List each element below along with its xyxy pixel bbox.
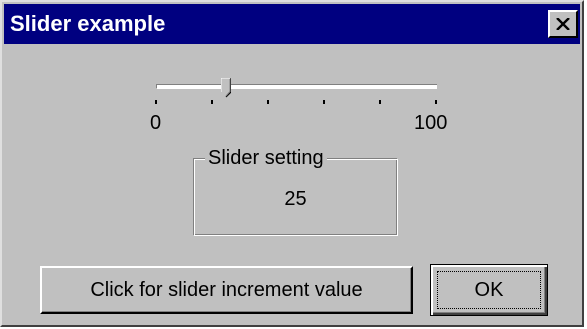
slider[interactable] bbox=[150, 78, 442, 104]
slider-value-display: 25 bbox=[284, 188, 307, 210]
ok-button[interactable]: OK bbox=[430, 264, 548, 316]
slider-thumb[interactable] bbox=[221, 78, 231, 98]
increment-button-label: Click for slider increment value bbox=[90, 278, 363, 301]
slider-tick bbox=[379, 100, 381, 104]
slider-tick bbox=[323, 100, 325, 104]
focus-rectangle bbox=[437, 271, 541, 309]
slider-tick bbox=[435, 100, 437, 104]
slider-tick bbox=[211, 100, 213, 104]
increment-value-button[interactable]: Click for slider increment value bbox=[40, 266, 413, 314]
window-title: Slider example bbox=[10, 11, 166, 36]
title-bar[interactable]: Slider example bbox=[4, 4, 580, 44]
group-legend: Slider setting bbox=[205, 147, 327, 170]
slider-tick bbox=[267, 100, 269, 104]
close-button[interactable] bbox=[548, 10, 578, 38]
slider-track bbox=[156, 84, 437, 89]
slider-min-label: 0 bbox=[150, 112, 162, 134]
slider-max-label: 100 bbox=[414, 112, 448, 134]
close-icon bbox=[556, 18, 570, 30]
slider-tick bbox=[155, 100, 157, 104]
